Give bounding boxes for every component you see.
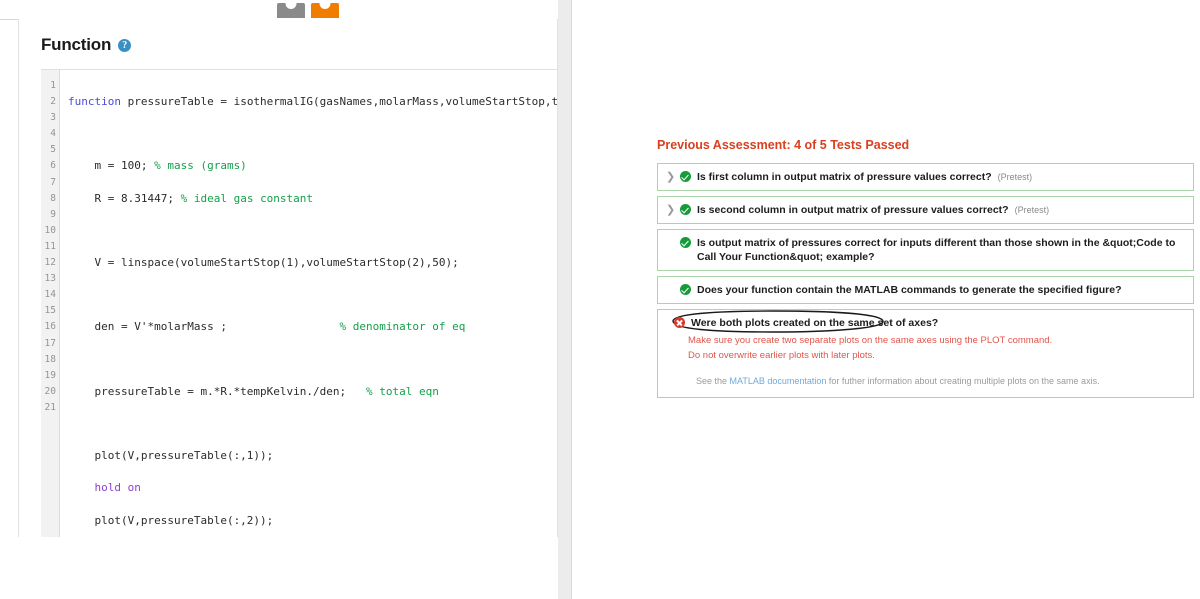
function-code-text[interactable]: function pressureTable = isothermalIG(ga… xyxy=(60,70,557,537)
function-code-editor[interactable]: 1234 5678 9 10 11 12 13 14 15 16 17 18 19 20 21 f… xyxy=(41,70,557,537)
failed-test-doc-hint: See the MATLAB documentation for futher … xyxy=(666,375,1185,388)
top-tab-strip xyxy=(0,0,572,20)
table-row[interactable]: ❯ Does your function contain the MATLAB … xyxy=(657,276,1194,304)
check-circle-icon xyxy=(680,284,691,295)
editor-content: Function ? 1234 5678 9 10 11 12 13 14 15 16 17… xyxy=(41,19,557,537)
check-circle-icon xyxy=(680,171,691,182)
test-label: Is first column in output matrix of pres… xyxy=(697,171,1033,183)
table-row-failed[interactable]: Were both plots created on the same set … xyxy=(657,309,1194,398)
screenshot-root: Function ? 1234 5678 9 10 11 12 13 14 15 16 17… xyxy=(0,0,1200,599)
editor-pane: Function ? 1234 5678 9 10 11 12 13 14 15 16 17… xyxy=(18,19,558,537)
vertical-scrollbar-thumb[interactable] xyxy=(559,0,571,300)
pretest-tag: (Pretest) xyxy=(1014,205,1050,215)
error-circle-icon xyxy=(674,317,685,328)
failed-test-detail-line-2: Do not overwrite earlier plots with late… xyxy=(688,349,875,361)
pretest-tag: (Pretest) xyxy=(997,172,1033,182)
failed-test-label: Were both plots created on the same set … xyxy=(691,317,939,329)
function-section-title: Function xyxy=(41,35,112,54)
vertical-scrollbar-track[interactable] xyxy=(558,0,572,599)
check-circle-icon xyxy=(680,204,691,215)
failed-test-header: Were both plots created on the same set … xyxy=(666,310,1185,333)
doc-hint-suffix: for futher information about creating mu… xyxy=(826,376,1100,386)
assessment-title: Previous Assessment: 4 of 5 Tests Passed xyxy=(657,138,910,152)
doc-hint-prefix: See the xyxy=(696,376,730,386)
table-row[interactable]: ❯ Is output matrix of pressures correct … xyxy=(657,229,1194,271)
test-label: Is second column in output matrix of pre… xyxy=(697,204,1050,216)
question-mark-icon[interactable]: ? xyxy=(118,38,132,52)
matlab-documentation-link[interactable]: MATLAB documentation xyxy=(730,376,827,386)
function-line-number-gutter: 1234 5678 9 10 11 12 13 14 15 16 17 18 19 20 21 xyxy=(41,70,60,537)
pane-divider xyxy=(571,0,572,599)
chevron-right-icon[interactable]: ❯ xyxy=(666,203,675,217)
check-circle-icon xyxy=(680,237,691,248)
assessment-panel: Previous Assessment: 4 of 5 Tests Passed… xyxy=(657,138,1194,403)
failed-test-detail-line-1: Make sure you create two separate plots … xyxy=(688,335,1053,346)
tab-notch xyxy=(285,3,297,9)
tab-notch xyxy=(319,3,331,9)
mini-tab-grey[interactable] xyxy=(277,3,305,18)
mini-tab-orange[interactable] xyxy=(311,3,339,18)
function-section-heading: Function ? xyxy=(41,19,557,69)
table-row[interactable]: ❯ Is second column in output matrix of p… xyxy=(657,196,1194,224)
table-row[interactable]: ❯ Is first column in output matrix of pr… xyxy=(657,163,1194,191)
test-label: Does your function contain the MATLAB co… xyxy=(697,284,1122,296)
test-label: Is output matrix of pressures correct fo… xyxy=(697,237,1176,263)
chevron-right-icon[interactable]: ❯ xyxy=(666,170,675,184)
